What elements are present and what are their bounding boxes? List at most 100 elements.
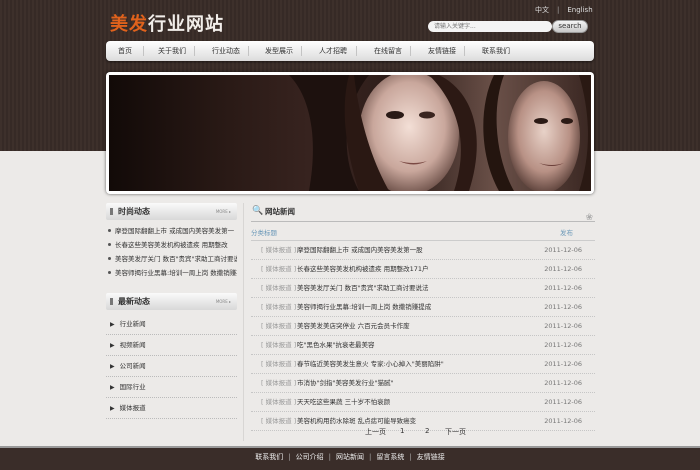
row-title[interactable]: 吃"黑色水果"抗衰老最美容	[297, 336, 374, 354]
list-item-text: 摩登国际翻翻上市 或成国内美容美发第一	[115, 227, 235, 235]
category-item-video-news[interactable]: ▶ 视频新闻	[106, 335, 237, 356]
arrow-right-icon: ▶	[110, 321, 115, 328]
footer-separator: |	[328, 453, 331, 461]
list-item[interactable]: 美容美发厅关门 数百"贵宾"求助工商讨要说	[106, 252, 237, 266]
nav-divider	[301, 46, 302, 56]
list-item[interactable]: 美容师揭行业黑幕:培训一周上岗 数撒销赚提	[106, 266, 237, 280]
category-label: 国际行业	[119, 383, 146, 391]
nav-guestbook[interactable]: 在线留言	[374, 41, 402, 61]
nav-industry-news[interactable]: 行业动态	[212, 41, 240, 61]
row-title[interactable]: 摩登国际翻翻上市 或成国内美容美发第一股	[297, 241, 423, 259]
prev-page-link[interactable]: 上一页	[365, 427, 386, 437]
category-label: 行业新闻	[119, 320, 146, 328]
nav-divider	[194, 46, 195, 56]
left-column: 时尚动态 MORE ▸ 摩登国际翻翻上市 或成国内美容美发第一 长春这些美容美发…	[106, 203, 237, 419]
table-row[interactable]: [ 媒体报道 ] 市消协"剑指"美容美发行业"猫腻" 2011-12-06	[251, 374, 595, 393]
next-page-link[interactable]: 下一页	[445, 427, 466, 437]
column-divider	[243, 203, 244, 441]
list-item-text: 美容美发厅关门 数百"贵宾"求助工商讨要说	[115, 255, 237, 263]
nav-divider	[356, 46, 357, 56]
nav-about[interactable]: 关于我们	[158, 41, 186, 61]
search-button[interactable]: search	[552, 20, 588, 33]
main-nav: 首页 关于我们 行业动态 发型展示 人才招聘 在线留言 友情链接 联系我们	[106, 41, 594, 61]
table-row[interactable]: [ 媒体报道 ] 天天吃这些果蔬 三十岁不怕衰颜 2011-12-06	[251, 393, 595, 412]
header-bar-marker	[110, 298, 113, 305]
nav-jobs[interactable]: 人才招聘	[319, 41, 347, 61]
trend-more-link[interactable]: MORE ▸	[216, 203, 231, 220]
nav-links[interactable]: 友情链接	[428, 41, 456, 61]
nav-divider	[248, 46, 249, 56]
table-row[interactable]: [ 媒体报道 ] 吃"黑色水果"抗衰老最美容 2011-12-06	[251, 336, 595, 355]
row-title[interactable]: 美容美发厅关门 数百"贵宾"求助工商讨要说法	[297, 279, 429, 297]
footer-link-about[interactable]: 公司介绍	[296, 453, 324, 461]
arrow-right-icon: ▶	[110, 384, 115, 391]
footer-link-guestbook[interactable]: 留言系统	[376, 453, 404, 461]
row-title[interactable]: 春节临近美容美发生意火 专家:小心掉入"美丽陷阱"	[297, 355, 444, 373]
bullet-icon	[108, 243, 111, 246]
row-title[interactable]: 美容机构用药水除斑 乱点痣可能导致癌变	[297, 412, 416, 430]
logo-accent-text: 美发	[110, 14, 148, 35]
row-tag: [ 媒体报道 ]	[261, 379, 297, 387]
table-row[interactable]: [ 媒体报道 ] 摩登国际翻翻上市 或成国内美容美发第一股 2011-12-06	[251, 241, 595, 260]
row-date: 2011-12-06	[544, 322, 582, 330]
table-row[interactable]: [ 媒体报道 ] 美容机构用药水除斑 乱点痣可能导致癌变 2011-12-06	[251, 412, 595, 431]
nav-hairstyles[interactable]: 发型展示	[265, 41, 293, 61]
table-row[interactable]: [ 媒体报道 ] 长春这些美容美发机构被遗疾 用期整改171户 2011-12-06	[251, 260, 595, 279]
category-item-media[interactable]: ▶ 媒体报道	[106, 398, 237, 419]
row-title[interactable]: 美容美发美店突停业 六百元会员卡作废	[297, 317, 410, 335]
category-list: ▶ 行业新闻 ▶ 视频新闻 ▶ 公司新闻 ▶ 国际行业 ▶ 媒体报道	[106, 314, 237, 419]
row-title[interactable]: 美容师揭行业黑幕:培训一周上岗 数撒销赚提成	[297, 298, 431, 316]
row-tag: [ 媒体报道 ]	[261, 246, 297, 254]
latest-box-title: 最新动态	[118, 297, 150, 306]
footer-link-links[interactable]: 友情链接	[417, 453, 445, 461]
footer-link-contact[interactable]: 联系我们	[255, 453, 283, 461]
row-date: 2011-12-06	[544, 379, 582, 387]
news-table-header: 分类标题 发布	[251, 222, 595, 241]
table-row[interactable]: [ 媒体报道 ] 春节临近美容美发生意火 专家:小心掉入"美丽陷阱" 2011-12…	[251, 355, 595, 374]
list-item[interactable]: 长春这些美容美发机构被遗疾 用期整改	[106, 238, 237, 252]
row-tag: [ 媒体报道 ]	[261, 360, 297, 368]
category-item-company-news[interactable]: ▶ 公司新闻	[106, 356, 237, 377]
nav-home[interactable]: 首页	[118, 41, 132, 61]
bullet-icon	[108, 257, 111, 260]
banner-frame	[106, 72, 594, 194]
bullet-icon	[108, 271, 111, 274]
arrow-right-icon: ▶	[110, 342, 115, 349]
row-title[interactable]: 长春这些美容美发机构被遗疾 用期整改171户	[297, 260, 428, 278]
page-1-link[interactable]: 1	[400, 427, 404, 435]
category-label: 视频新闻	[119, 341, 146, 349]
search-icon: 🔍	[252, 206, 264, 216]
category-item-international[interactable]: ▶ 国际行业	[106, 377, 237, 398]
nav-divider	[464, 46, 465, 56]
list-item[interactable]: 摩登国际翻翻上市 或成国内美容美发第一	[106, 224, 237, 238]
table-row[interactable]: [ 媒体报道 ] 美容美发美店突停业 六百元会员卡作废 2011-12-06	[251, 317, 595, 336]
row-tag: [ 媒体报道 ]	[261, 284, 297, 292]
nav-divider	[143, 46, 144, 56]
nav-divider	[410, 46, 411, 56]
row-tag: [ 媒体报道 ]	[261, 398, 297, 406]
news-section-title: 网站新闻	[265, 207, 295, 216]
lang-chinese-link[interactable]: 中文	[535, 6, 549, 14]
row-title[interactable]: 市消协"剑指"美容美发行业"猫腻"	[297, 374, 393, 392]
table-row[interactable]: [ 媒体报道 ] 美容美发厅关门 数百"贵宾"求助工商讨要说法 2011-12-06	[251, 279, 595, 298]
row-title[interactable]: 天天吃这些果蔬 三十岁不怕衰颜	[297, 393, 390, 411]
news-section-header: 🔍 网站新闻 ❀	[251, 203, 595, 223]
row-date: 2011-12-06	[544, 398, 582, 406]
page-2-link[interactable]: 2	[425, 427, 429, 435]
row-date: 2011-12-06	[544, 284, 582, 292]
row-tag: [ 媒体报道 ]	[261, 417, 297, 425]
category-item-industry-news[interactable]: ▶ 行业新闻	[106, 314, 237, 335]
language-switch: 中文 | English	[535, 5, 593, 15]
row-date: 2011-12-06	[544, 360, 582, 368]
footer-link-news[interactable]: 网站新闻	[336, 453, 364, 461]
row-tag: [ 媒体报道 ]	[261, 341, 297, 349]
banner-image	[109, 75, 591, 191]
latest-more-link[interactable]: MORE ▸	[216, 293, 231, 310]
table-row[interactable]: [ 媒体报道 ] 美容师揭行业黑幕:培训一周上岗 数撒销赚提成 2011-12-06	[251, 298, 595, 317]
lang-english-link[interactable]: English	[567, 6, 592, 14]
row-date: 2011-12-06	[544, 303, 582, 311]
site-logo[interactable]: 美发行业网站	[110, 10, 224, 36]
search-input[interactable]	[428, 21, 552, 32]
trend-news-list: 摩登国际翻翻上市 或成国内美容美发第一 长春这些美容美发机构被遗疾 用期整改 美…	[106, 220, 237, 280]
nav-contact[interactable]: 联系我们	[482, 41, 510, 61]
